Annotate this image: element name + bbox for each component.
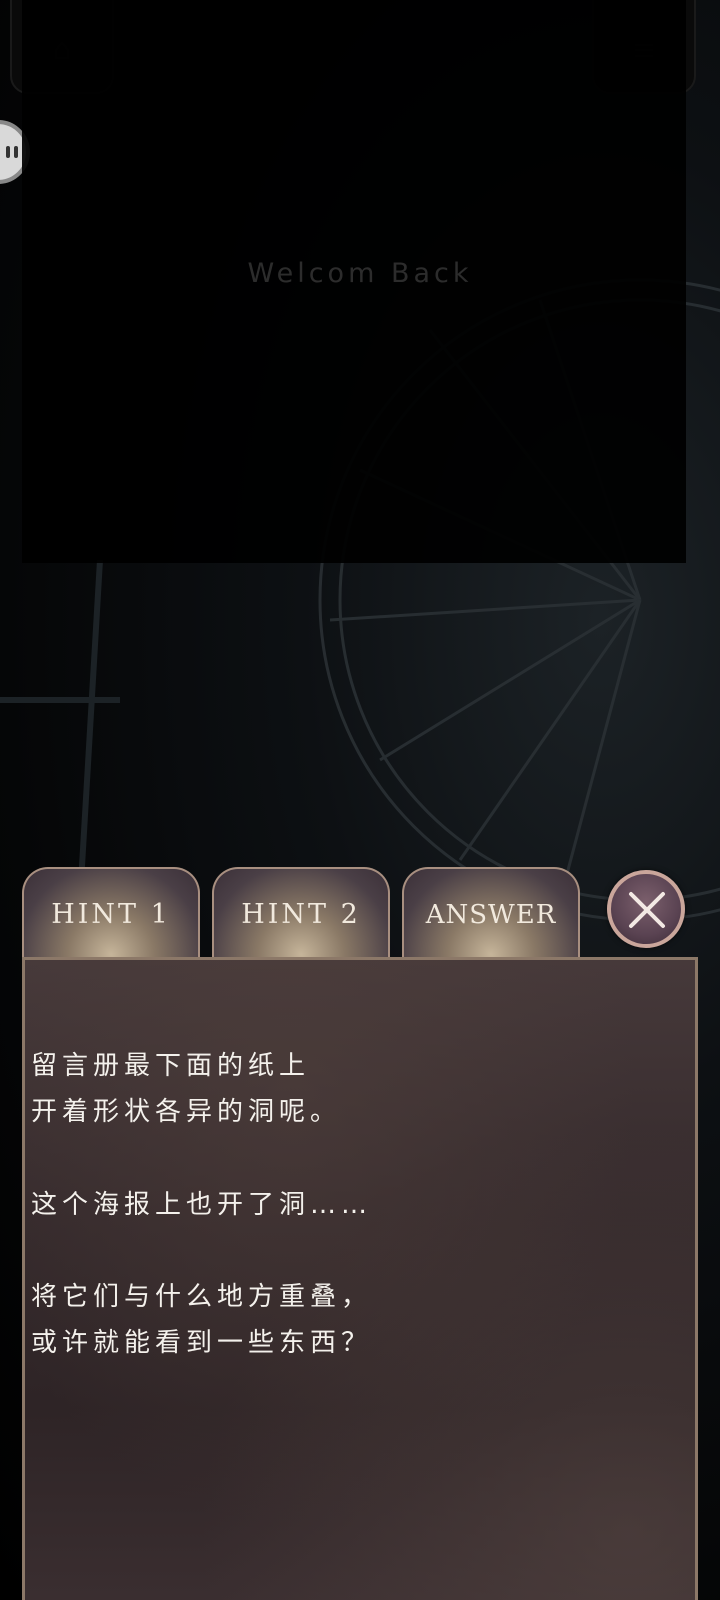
tab-hint-2[interactable]: HINT 2 <box>212 867 390 959</box>
close-x-icon <box>629 892 665 928</box>
tab-answer[interactable]: ANSWER <box>402 867 580 959</box>
close-button[interactable] <box>607 870 685 948</box>
tab-hint-1[interactable]: HINT 1 <box>22 867 200 959</box>
hint-line-2: 开着形状各异的洞呢。 <box>31 1097 342 1127</box>
hint-line-4: 将它们与什么地方重叠， <box>31 1282 373 1312</box>
welcome-text: Welcom Back <box>247 258 473 289</box>
pause-icon <box>6 146 20 162</box>
hint-line-1: 留言册最下面的纸上 <box>31 1051 311 1081</box>
hint-line-5: 或许就能看到一些东西？ <box>31 1328 373 1358</box>
hint-panel: 留言册最下面的纸上 开着形状各异的洞呢。 这个海报上也开了洞…… 将它们与什么地… <box>22 957 698 1600</box>
hint-line-3: 这个海报上也开了洞…… <box>31 1190 373 1220</box>
